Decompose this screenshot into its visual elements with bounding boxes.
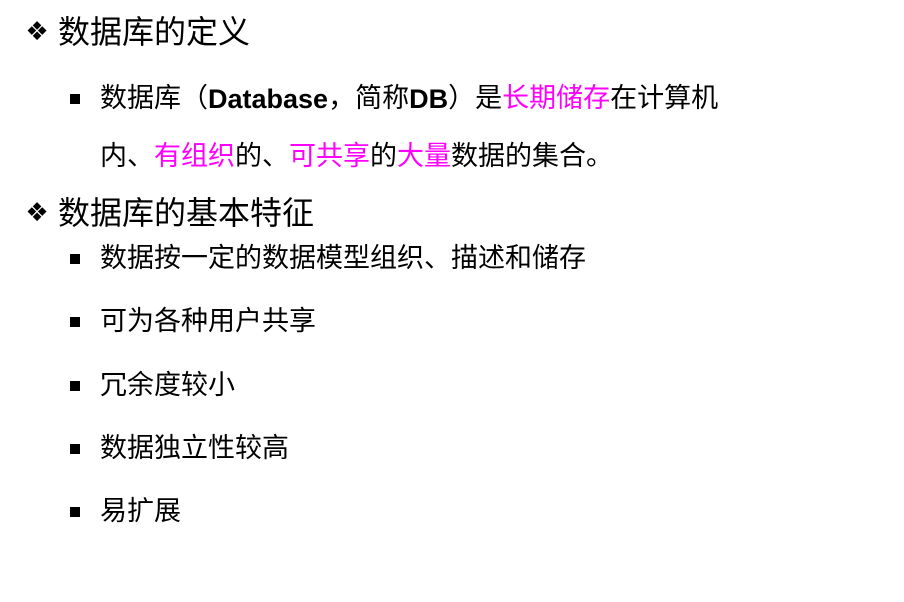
def-text-6: 的、	[235, 141, 289, 172]
definition-paragraph: 数据库（ Database ，简称 DB ）是 长期储存 在计算机 内、有组织的…	[70, 70, 890, 186]
list-item: 数据独立性较高	[70, 430, 289, 468]
def-highlight-shareable: 可共享	[289, 141, 370, 172]
def-highlight-organized: 有组织	[154, 141, 235, 172]
def-text-7: 的	[370, 141, 397, 172]
list-item: 易扩展	[70, 493, 181, 531]
def-text-5: 内、	[100, 141, 154, 172]
square-bullet-icon	[70, 317, 80, 327]
diamond-bullet-icon: ❖	[25, 17, 49, 47]
list-item-text: 冗余度较小	[100, 370, 235, 401]
square-bullet-icon	[70, 444, 80, 454]
def-text-8: 数据的集合。	[451, 141, 613, 172]
def-text-3: ）是	[448, 83, 503, 114]
def-text-4: 在计算机	[610, 83, 719, 114]
section-heading-definition: ❖ 数据库的定义	[22, 12, 250, 52]
definition-line-1: 数据库（ Database ，简称 DB ）是 长期储存 在计算机	[70, 70, 890, 128]
def-text-1: 数据库（	[100, 83, 208, 114]
def-text-2: ，简称	[328, 83, 410, 114]
square-bullet-icon	[70, 254, 80, 264]
def-latin-term: Database	[208, 84, 329, 114]
list-item-text: 易扩展	[100, 496, 181, 527]
heading-text-features: 数据库的基本特征	[58, 194, 315, 232]
definition-line-2: 内、有组织的、可共享的大量数据的集合。	[70, 128, 890, 186]
diamond-bullet-icon: ❖	[25, 198, 49, 228]
list-item: 可为各种用户共享	[70, 303, 316, 341]
list-item-text: 数据按一定的数据模型组织、描述和储存	[100, 243, 586, 274]
def-latin-abbr: DB	[409, 84, 449, 114]
def-highlight-long-term-storage: 长期储存	[502, 83, 611, 114]
square-bullet-icon	[70, 381, 80, 391]
list-item: 冗余度较小	[70, 367, 235, 405]
section-heading-features: ❖ 数据库的基本特征	[22, 193, 314, 233]
list-item-text: 可为各种用户共享	[100, 306, 316, 337]
square-bullet-icon	[70, 507, 80, 517]
square-bullet-icon	[70, 94, 80, 104]
heading-text-definition: 数据库的定义	[58, 13, 251, 51]
list-item-text: 数据独立性较高	[100, 433, 289, 464]
def-highlight-large-volume: 大量	[397, 141, 451, 172]
list-item: 数据按一定的数据模型组织、描述和储存	[70, 240, 586, 278]
slide: ❖ 数据库的定义 数据库（ Database ，简称 DB ）是 长期储存 在计…	[0, 0, 904, 602]
